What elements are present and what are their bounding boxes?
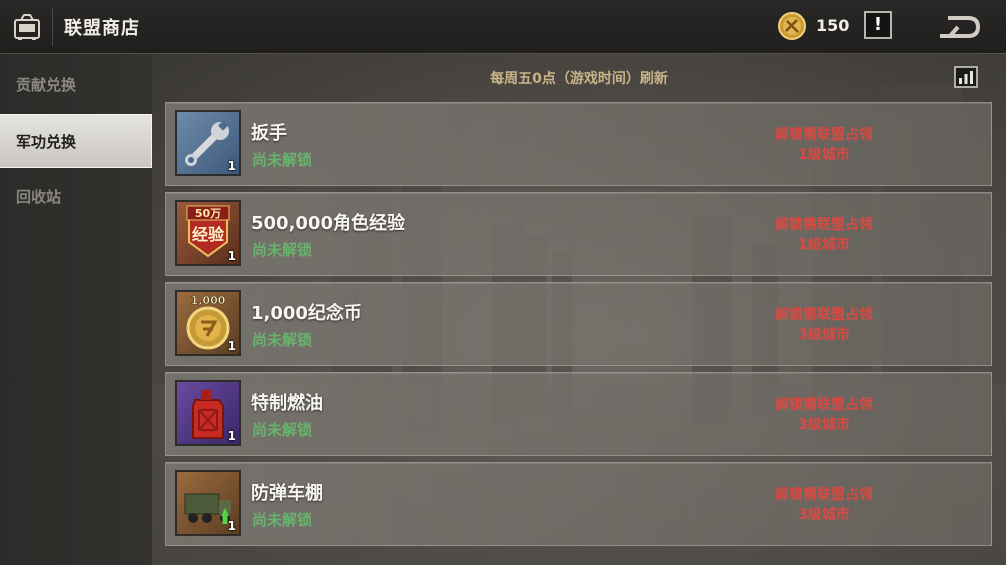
item-lock-status: 尚未解锁 xyxy=(252,511,313,529)
sidebar-item-contribution-exchange[interactable]: 贡献兑换 xyxy=(0,58,152,112)
item-quantity: 1 xyxy=(227,519,236,533)
item-name: 特制燃油 xyxy=(251,393,323,414)
item-name: 防弹车棚 xyxy=(251,483,323,504)
shop-item-row[interactable]: 1 特制燃油 尚未解锁 解锁需联盟占领 3级城市 xyxy=(165,372,992,456)
item-quantity: 1 xyxy=(227,249,236,263)
item-lock-status: 尚未解锁 xyxy=(252,421,313,439)
unlock-requirement: 解锁需联盟占领 1级城市 xyxy=(759,125,889,165)
unlock-requirement: 解锁需联盟占领 3级城市 xyxy=(759,305,889,345)
unlock-requirement-line1: 解锁需联盟占领 xyxy=(775,307,873,323)
sidebar-item-recycle-bin[interactable]: 回收站 xyxy=(0,170,152,224)
shop-item-row[interactable]: 1 防弹车棚 尚未解锁 解锁需联盟占领 3级城市 xyxy=(165,462,992,546)
unlock-requirement-line2: 1级城市 xyxy=(798,237,850,253)
unlock-requirement-line2: 3级城市 xyxy=(798,327,850,343)
badge-text: 50万 xyxy=(195,207,221,220)
item-lock-status: 尚未解锁 xyxy=(252,151,313,169)
bar-chart-icon[interactable] xyxy=(954,66,978,88)
unlock-requirement-line2: 3级城市 xyxy=(798,417,850,433)
item-name: 1,000纪念币 xyxy=(251,303,362,324)
shop-item-row[interactable]: 50万 经验 1 500,000角色经验 尚未解锁 解锁需联盟占领 1级城市 xyxy=(165,192,992,276)
armored-truck-icon: 1 xyxy=(175,470,241,536)
top-bar: 联盟商店 150 ! xyxy=(0,0,1006,54)
badge-text: 1,000 xyxy=(191,294,226,307)
unlock-requirement-line2: 3级城市 xyxy=(798,507,850,523)
sidebar: 贡献兑换 军功兑换 回收站 xyxy=(0,54,152,565)
unlock-requirement-line1: 解锁需联盟占领 xyxy=(775,487,873,503)
item-quantity: 1 xyxy=(227,339,236,353)
exp-badge-icon: 50万 经验 1 xyxy=(175,200,241,266)
unlock-requirement-line2: 1级城市 xyxy=(798,147,850,163)
unlock-requirement-line1: 解锁需联盟占领 xyxy=(775,397,873,413)
military-merit-coin-icon xyxy=(778,12,806,40)
wrench-icon: 1 xyxy=(175,110,241,176)
item-name: 扳手 xyxy=(251,123,287,144)
shop-item-row[interactable]: 1 扳手 尚未解锁 解锁需联盟占领 1级城市 xyxy=(165,102,992,186)
back-arrow-icon[interactable] xyxy=(938,16,984,38)
item-quantity: 1 xyxy=(227,159,236,173)
shop-main-panel: 每周五0点（游戏时间）刷新 1 扳手 尚未解锁 解锁需联盟占领 1级城市 50万… xyxy=(152,54,1006,565)
item-quantity: 1 xyxy=(227,429,236,443)
badge-subtext: 经验 xyxy=(192,225,225,244)
item-lock-status: 尚未解锁 xyxy=(252,331,313,349)
memorial-coin-icon: 1,000 1 xyxy=(175,290,241,356)
currency-count: 150 xyxy=(816,16,850,35)
shop-icon[interactable] xyxy=(12,12,42,42)
unlock-requirement: 解锁需联盟占领 3级城市 xyxy=(759,485,889,525)
item-lock-status: 尚未解锁 xyxy=(252,241,313,259)
unlock-requirement-line1: 解锁需联盟占领 xyxy=(775,127,873,143)
fuel-can-icon: 1 xyxy=(175,380,241,446)
refresh-schedule-note: 每周五0点（游戏时间）刷新 xyxy=(490,71,668,87)
page-title: 联盟商店 xyxy=(64,18,140,39)
unlock-requirement: 解锁需联盟占领 1级城市 xyxy=(759,215,889,255)
unlock-requirement-line1: 解锁需联盟占领 xyxy=(775,217,873,233)
header-divider xyxy=(52,8,53,46)
sidebar-item-merit-exchange[interactable]: 军功兑换 xyxy=(0,114,152,168)
item-name: 500,000角色经验 xyxy=(251,213,405,234)
unlock-requirement: 解锁需联盟占领 3级城市 xyxy=(759,395,889,435)
info-button[interactable]: ! xyxy=(864,11,892,39)
shop-item-row[interactable]: 1,000 1 1,000纪念币 尚未解锁 解锁需联盟占领 3级城市 xyxy=(165,282,992,366)
